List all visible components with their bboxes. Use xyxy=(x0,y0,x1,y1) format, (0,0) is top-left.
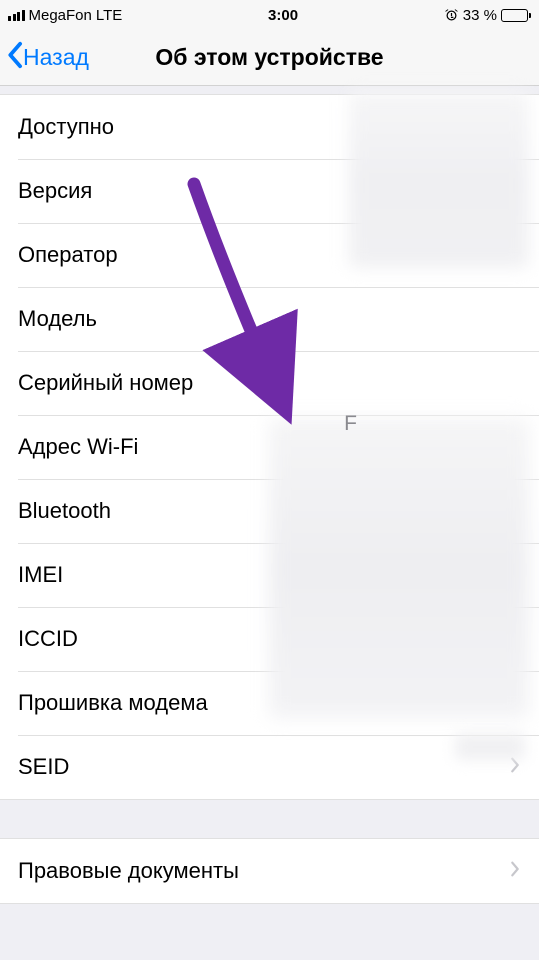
row-legal[interactable]: Правовые документы xyxy=(0,839,539,903)
row-label: Bluetooth xyxy=(18,498,111,524)
row-carrier[interactable]: Оператор xyxy=(0,223,539,287)
row-iccid[interactable]: ICCID xyxy=(0,607,539,671)
back-button[interactable]: Назад xyxy=(6,41,89,75)
legal-list: Правовые документы xyxy=(0,838,539,904)
status-left: MegaFon LTE xyxy=(8,7,122,24)
row-available[interactable]: Доступно xyxy=(0,95,539,159)
row-version[interactable]: Версия xyxy=(0,159,539,223)
row-label: Модель xyxy=(18,306,97,332)
status-bar: MegaFon LTE 3:00 33 % xyxy=(0,0,539,30)
navigation-bar: Назад Об этом устройстве xyxy=(0,30,539,86)
battery-percent: 33 % xyxy=(463,7,497,24)
status-right: 33 % xyxy=(444,7,531,24)
signal-strength-icon xyxy=(8,10,25,21)
page-title: Об этом устройстве xyxy=(155,44,383,71)
chevron-right-icon xyxy=(509,860,521,883)
row-modem-firmware[interactable]: Прошивка модема xyxy=(0,671,539,735)
alarm-icon xyxy=(444,8,459,23)
row-label: IMEI xyxy=(18,562,63,588)
row-label: Адрес Wi-Fi xyxy=(18,434,138,460)
row-label: Доступно xyxy=(18,114,114,140)
row-label: Прошивка модема xyxy=(18,690,208,716)
row-label: Оператор xyxy=(18,242,118,268)
row-wifi[interactable]: Адрес Wi-Fi xyxy=(0,415,539,479)
row-seid[interactable]: SEID xyxy=(0,735,539,799)
row-model[interactable]: Модель xyxy=(0,287,539,351)
row-label: ICCID xyxy=(18,626,78,652)
row-label: SEID xyxy=(18,754,69,780)
row-label: Версия xyxy=(18,178,92,204)
chevron-left-icon xyxy=(6,41,23,75)
row-imei[interactable]: IMEI xyxy=(0,543,539,607)
battery-icon xyxy=(501,9,531,22)
about-list: Доступно Версия Оператор Модель Серийный… xyxy=(0,94,539,800)
back-label: Назад xyxy=(23,44,89,71)
chevron-right-icon xyxy=(509,756,521,779)
carrier-label: MegaFon xyxy=(29,7,92,24)
row-label: Правовые документы xyxy=(18,858,239,884)
clock: 3:00 xyxy=(122,7,444,24)
row-serial[interactable]: Серийный номер xyxy=(0,351,539,415)
row-bluetooth[interactable]: Bluetooth xyxy=(0,479,539,543)
network-label: LTE xyxy=(96,7,122,24)
row-label: Серийный номер xyxy=(18,370,193,396)
